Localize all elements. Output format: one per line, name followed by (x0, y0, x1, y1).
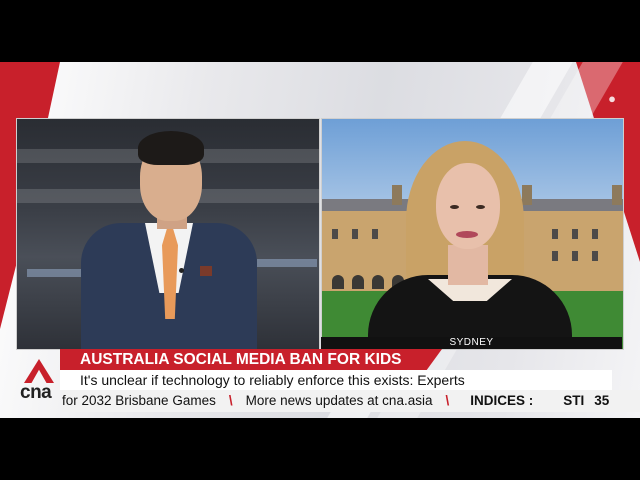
cna-logo-text: cna (20, 382, 52, 403)
ticker-separator-icon: \ (445, 393, 450, 408)
studio-light (27, 269, 87, 277)
building-window (372, 229, 378, 239)
ticker-item: More news updates at cna.asia (245, 393, 433, 408)
guest-eye (450, 205, 459, 209)
anchor-hair (138, 131, 204, 165)
subheadline-bar: It's unclear if technology to reliably e… (60, 370, 612, 390)
building-window (592, 229, 598, 239)
cna-logo: cna (16, 359, 62, 409)
building-window (572, 229, 578, 239)
ticker-item: for 2032 Brisbane Games (62, 393, 216, 408)
anchor-video-feed (16, 118, 320, 350)
guest-video-feed (321, 118, 624, 350)
ticker-separator-icon: \ (228, 393, 233, 408)
building-window (352, 229, 358, 239)
cna-watermark-icon: ● (608, 91, 616, 106)
ticker-stock-value: 35 (594, 393, 610, 408)
building-window (592, 251, 598, 261)
studio-light (257, 259, 317, 267)
building-tower (522, 185, 532, 205)
building-arch (352, 275, 364, 289)
guest-lips (456, 231, 478, 238)
ticker-indices-label: INDICES : (470, 393, 534, 408)
lapel-mic-icon (179, 268, 184, 273)
pocket-square (200, 266, 212, 276)
building-window (552, 251, 558, 261)
cna-logo-mark-icon (24, 359, 54, 383)
location-label: SYDNEY (321, 337, 622, 349)
building-arch (372, 275, 384, 289)
broadcast-frame: ● SYDNEY AUSTRALIA SOCIAL MEDIA BAN FOR … (0, 62, 640, 418)
building-window (572, 251, 578, 261)
news-ticker: for 2032 Brisbane Games \ More news update… (62, 390, 640, 412)
building-tower (612, 185, 622, 205)
building-window (332, 229, 338, 239)
guest-neck (448, 245, 488, 285)
building-window (552, 229, 558, 239)
guest-eye (476, 205, 485, 209)
building-tower (392, 185, 402, 205)
headline-banner: AUSTRALIA SOCIAL MEDIA BAN FOR KIDS (60, 349, 442, 370)
building-arch (332, 275, 344, 289)
ticker-stock-label: STI (563, 393, 585, 408)
